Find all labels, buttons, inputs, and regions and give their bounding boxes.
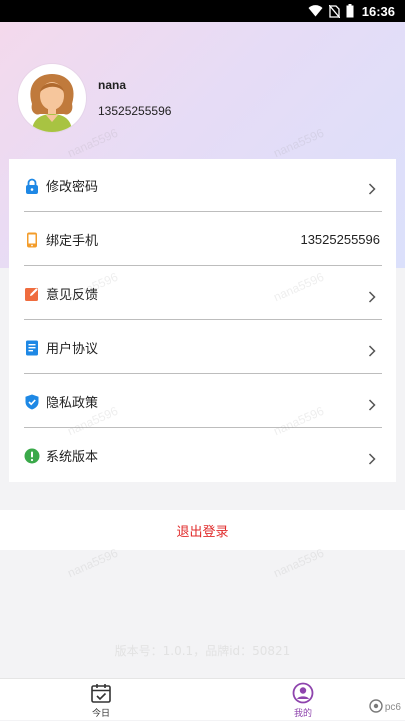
profile-phone: 13525255596 xyxy=(98,104,172,118)
chevron-right-icon xyxy=(368,342,376,357)
username: nana xyxy=(98,78,127,92)
divider xyxy=(24,319,382,320)
avatar[interactable] xyxy=(18,64,86,132)
edit-icon xyxy=(24,286,40,302)
menu-item-bind-phone[interactable]: 绑定手机 13525255596 xyxy=(9,213,396,266)
bottom-tab-bar: 今日 我的 xyxy=(0,678,405,720)
tab-today[interactable]: 今日 xyxy=(66,679,136,721)
watermark: nana5596 xyxy=(65,545,120,581)
no-sim-icon xyxy=(328,4,340,18)
tab-mine[interactable]: 我的 xyxy=(268,679,338,721)
corner-logo: pc6 xyxy=(369,699,401,716)
menu-item-label: 用户协议 xyxy=(46,342,99,357)
status-time: 16:36 xyxy=(361,3,395,19)
logo-text: pc6 xyxy=(384,702,401,713)
logo-icon xyxy=(369,699,383,716)
menu-item-label: 修改密码 xyxy=(46,180,99,195)
user-circle-icon xyxy=(292,682,314,704)
chevron-right-icon xyxy=(368,450,376,465)
lock-icon xyxy=(24,178,40,194)
tab-label: 我的 xyxy=(293,709,312,719)
menu-item-user-agreement[interactable]: 用户协议 xyxy=(9,321,396,374)
document-icon xyxy=(24,340,40,356)
settings-menu: 修改密码 绑定手机 13525255596 意见反馈 用户协议 隐私政策 系统版… xyxy=(9,159,396,482)
chevron-right-icon xyxy=(368,288,376,303)
menu-item-label: 绑定手机 xyxy=(46,234,99,249)
menu-item-label: 意见反馈 xyxy=(46,288,99,303)
divider xyxy=(24,427,382,428)
chevron-right-icon xyxy=(368,396,376,411)
menu-item-change-password[interactable]: 修改密码 xyxy=(9,159,396,212)
divider xyxy=(24,373,382,374)
logout-button[interactable]: 退出登录 xyxy=(0,510,405,550)
menu-item-system-version[interactable]: 系统版本 xyxy=(9,429,396,482)
version-text: 版本号：1.0.1，品牌id：50821 xyxy=(114,644,291,658)
battery-icon xyxy=(346,4,354,18)
tab-label: 今日 xyxy=(91,709,110,719)
menu-item-privacy-policy[interactable]: 隐私政策 xyxy=(9,375,396,428)
shield-icon xyxy=(24,394,40,410)
watermark: nana5596 xyxy=(271,545,326,581)
calendar-check-icon xyxy=(90,682,112,704)
menu-item-feedback[interactable]: 意见反馈 xyxy=(9,267,396,320)
chevron-right-icon xyxy=(368,180,376,195)
status-bar: 16:36 xyxy=(0,0,405,22)
wifi-icon xyxy=(308,5,323,17)
menu-item-label: 隐私政策 xyxy=(46,396,99,411)
bound-phone-value: 13525255596 xyxy=(300,232,380,247)
divider xyxy=(24,265,382,266)
divider xyxy=(24,211,382,212)
menu-item-label: 系统版本 xyxy=(46,450,99,465)
alert-icon xyxy=(24,448,40,464)
phone-icon xyxy=(24,232,40,248)
